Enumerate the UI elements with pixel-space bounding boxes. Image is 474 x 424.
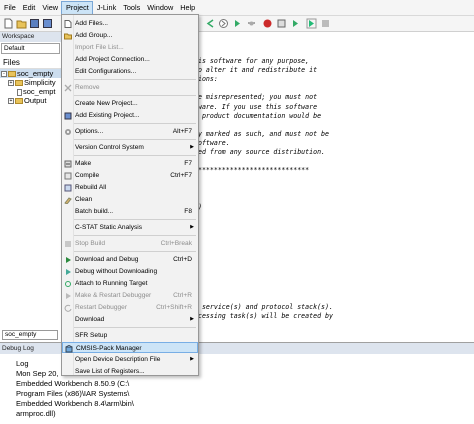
menu-separator	[74, 79, 196, 80]
workspace-title: Workspace	[0, 32, 61, 42]
files-header: Files	[0, 57, 61, 69]
menu-separator	[74, 327, 196, 328]
menu-separator	[74, 123, 196, 124]
menu-item-rebuild-all[interactable]: Rebuild All	[62, 182, 198, 193]
workspace-tab[interactable]: soc_empty	[2, 330, 58, 340]
menu-item-download[interactable]: Download ▶	[62, 314, 198, 325]
tree-item-simplicity[interactable]: + Simplicity	[0, 78, 61, 87]
menu-window[interactable]: Window	[143, 1, 176, 15]
menu-item-stop-build[interactable]: Stop Build Ctrl+Break	[62, 238, 198, 249]
toggle-breakpoint-icon[interactable]	[262, 18, 273, 29]
navigate-forward-icon[interactable]	[218, 18, 229, 29]
menu-item-download-and-debug[interactable]: Download and Debug Ctrl+D	[62, 254, 198, 265]
add-group-icon	[64, 32, 72, 40]
submenu-arrow-icon: ▶	[190, 356, 194, 362]
restart-icon	[64, 304, 72, 312]
expand-icon[interactable]: +	[8, 80, 14, 87]
navigate-back-icon[interactable]	[205, 18, 216, 29]
menu-item-add-project-connection[interactable]: Add Project Connection...	[62, 54, 198, 65]
project-menu-dropdown: Add Files... Add Group... Import File Li…	[61, 14, 199, 376]
menu-item-import-file-list[interactable]: Import File List...	[62, 42, 198, 53]
log-line: Embedded Workbench 8.4\arm\bin\	[16, 399, 134, 408]
add-files-icon	[64, 20, 72, 28]
configuration-select[interactable]: Default	[1, 43, 60, 54]
go-icon[interactable]	[232, 18, 243, 29]
debug-no-download-icon	[64, 268, 72, 276]
menu-item-sfr-setup[interactable]: SFR Setup	[62, 330, 198, 341]
menu-edit[interactable]: Edit	[19, 1, 39, 15]
menu-item-batch-build[interactable]: Batch build... F8	[62, 206, 198, 217]
menu-item-remove[interactable]: Remove	[62, 82, 198, 93]
menu-separator	[74, 139, 196, 140]
save-all-icon[interactable]	[42, 18, 53, 29]
tree-item-project[interactable]: - soc_empty	[0, 69, 61, 78]
compile-icon	[64, 172, 72, 180]
menu-item-cstat[interactable]: C-STAT Static Analysis ▶	[62, 222, 198, 233]
menu-view[interactable]: View	[38, 1, 61, 15]
menu-item-compile[interactable]: Compile Ctrl+F7	[62, 170, 198, 181]
options-gear-icon	[64, 128, 72, 136]
save-icon[interactable]	[29, 18, 40, 29]
make-restart-icon	[64, 292, 72, 300]
log-line: Program Files (x86)\IAR Systems\	[16, 389, 130, 398]
bookmark-icon[interactable]	[246, 18, 257, 29]
make-icon	[64, 160, 72, 168]
menu-item-save-list-of-registers[interactable]: Save List of Registers...	[62, 366, 198, 377]
file-icon	[17, 88, 22, 96]
folder-icon	[8, 71, 16, 78]
menu-item-restart-debugger[interactable]: Restart Debugger Ctrl+Shift+R	[62, 302, 198, 313]
tree-item-output[interactable]: + Output	[0, 96, 61, 105]
menu-separator	[74, 251, 196, 252]
submenu-arrow-icon: ▶	[190, 144, 194, 150]
remove-icon	[64, 84, 72, 92]
menu-separator	[74, 95, 196, 96]
menu-item-edit-configurations[interactable]: Edit Configurations...	[62, 66, 198, 77]
log-header: Log	[16, 359, 29, 368]
menu-item-make[interactable]: Make F7	[62, 158, 198, 169]
menu-help[interactable]: Help	[176, 1, 198, 15]
rebuild-icon	[64, 184, 72, 192]
menu-item-options[interactable]: Options... Alt+F7	[62, 126, 198, 137]
debug-icon[interactable]	[290, 18, 301, 29]
menu-item-version-control[interactable]: Version Control System ▶	[62, 142, 198, 153]
menu-item-create-new-project[interactable]: Create New Project...	[62, 98, 198, 109]
tree-item-file[interactable]: soc_empt	[0, 87, 61, 96]
menu-project[interactable]: Project	[61, 0, 93, 15]
menu-item-make-restart-debugger[interactable]: Make & Restart Debugger Ctrl+R	[62, 290, 198, 301]
stop-build-icon	[64, 240, 72, 248]
menu-tools[interactable]: Tools	[119, 1, 143, 15]
cmsis-pack-icon	[65, 345, 73, 353]
download-debug-icon[interactable]	[306, 18, 317, 29]
download-debug-icon	[64, 256, 72, 264]
menu-jlink[interactable]: J-Link	[93, 1, 119, 15]
open-folder-icon[interactable]	[16, 18, 27, 29]
log-line: Embedded Workbench 8.50.9 (C:\	[16, 379, 130, 388]
attach-icon	[64, 280, 72, 288]
folder-icon	[15, 98, 23, 105]
menu-item-cmsis-pack-manager[interactable]: CMSIS-Pack Manager	[62, 342, 198, 353]
make-icon[interactable]	[276, 18, 287, 29]
collapse-icon[interactable]: -	[1, 71, 7, 78]
menu-item-debug-without-downloading[interactable]: Debug without Downloading	[62, 266, 198, 277]
log-line: armproc.dll)	[16, 409, 56, 418]
expand-icon[interactable]: +	[8, 98, 14, 105]
menu-item-add-group[interactable]: Add Group...	[62, 30, 198, 41]
stop-icon[interactable]	[320, 18, 331, 29]
clean-icon	[64, 196, 72, 204]
menu-item-open-device-description[interactable]: Open Device Description File ▶	[62, 354, 198, 365]
menu-separator	[74, 235, 196, 236]
folder-icon	[15, 80, 23, 87]
add-project-icon	[64, 112, 72, 120]
workspace-panel: Workspace Default Files - soc_empty + Simp…	[0, 32, 62, 342]
menu-separator	[74, 219, 196, 220]
menu-item-add-files[interactable]: Add Files...	[62, 18, 198, 29]
menu-separator	[74, 155, 196, 156]
menu-file[interactable]: File	[0, 1, 19, 15]
submenu-arrow-icon: ▶	[190, 224, 194, 230]
menu-item-attach-to-target[interactable]: Attach to Running Target	[62, 278, 198, 289]
submenu-arrow-icon: ▶	[190, 316, 194, 322]
new-file-icon[interactable]	[3, 18, 14, 29]
menu-item-add-existing-project[interactable]: Add Existing Project...	[62, 110, 198, 121]
menu-item-clean[interactable]: Clean	[62, 194, 198, 205]
